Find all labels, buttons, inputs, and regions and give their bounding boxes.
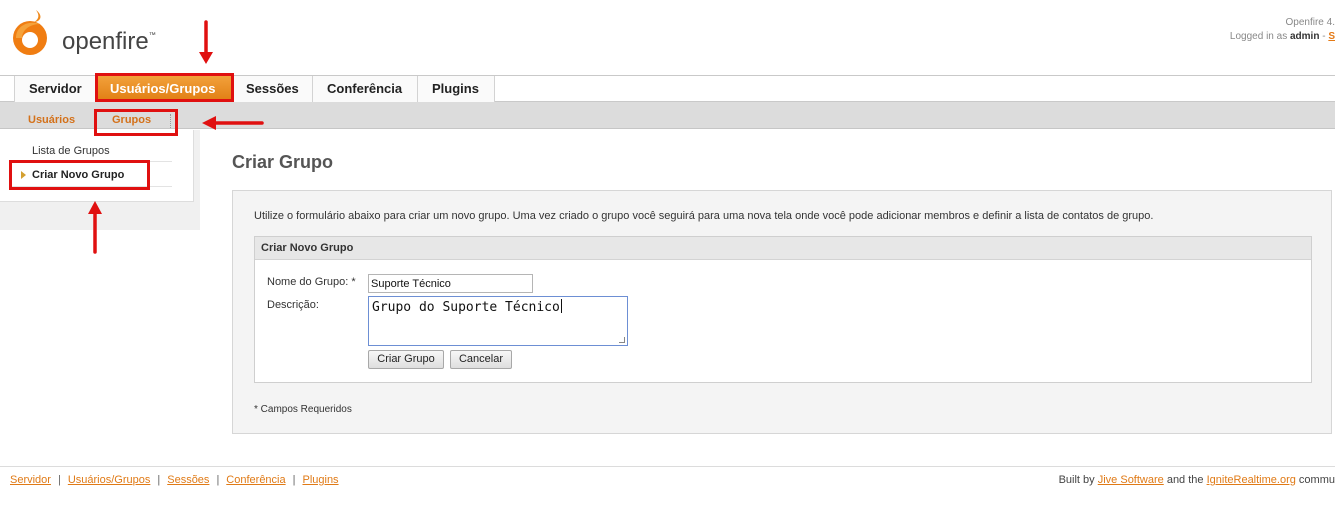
tab-conferencia[interactable]: Conferência bbox=[312, 76, 418, 102]
footer: Servidor | Usuários/Grupos | Sessões | Conferê… bbox=[0, 466, 1335, 521]
intro-text: Utilize o formulário abaixo para criar u… bbox=[254, 210, 1154, 222]
cancel-button[interactable]: Cancelar bbox=[450, 350, 512, 369]
footer-link-servidor[interactable]: Servidor bbox=[10, 474, 51, 486]
footer-link-conferencia[interactable]: Conferência bbox=[226, 474, 285, 486]
group-name-label: Nome do Grupo: * bbox=[267, 276, 356, 288]
openfire-logo-icon bbox=[13, 10, 47, 55]
tab-servidor[interactable]: Servidor bbox=[14, 76, 96, 102]
create-group-button[interactable]: Criar Grupo bbox=[368, 350, 444, 369]
create-group-form: Criar Novo Grupo Nome do Grupo: * Suport… bbox=[254, 236, 1312, 383]
footer-link-plugins[interactable]: Plugins bbox=[302, 474, 338, 486]
required-fields-note: * Campos Requeridos bbox=[254, 404, 352, 415]
footer-link-sessoes[interactable]: Sessões bbox=[167, 474, 209, 486]
group-name-input[interactable]: Suporte Técnico bbox=[368, 274, 533, 293]
footer-credits: Built by Jive Software and the IgniteRea… bbox=[1058, 474, 1335, 486]
logo-text: openfire™ bbox=[62, 28, 156, 55]
highlight-box-sidebar bbox=[9, 160, 150, 190]
footer-link-usuarios-grupos[interactable]: Usuários/Grupos bbox=[68, 474, 151, 486]
subtab-usuarios[interactable]: Usuários bbox=[28, 102, 75, 129]
form-heading: Criar Novo Grupo bbox=[255, 237, 1311, 260]
description-label: Descrição: bbox=[267, 299, 319, 311]
user-name: admin bbox=[1289, 31, 1320, 42]
highlight-box-tab bbox=[95, 73, 234, 102]
highlight-box-subtab bbox=[94, 109, 178, 136]
igniterealtime-link[interactable]: IgniteRealtime.org bbox=[1207, 474, 1296, 486]
tab-sessoes[interactable]: Sessões bbox=[231, 76, 313, 102]
version-text: Openfire 4. bbox=[1285, 17, 1335, 28]
jive-software-link[interactable]: Jive Software bbox=[1098, 474, 1164, 486]
content-box: Utilize o formulário abaixo para criar u… bbox=[232, 190, 1332, 434]
description-textarea[interactable]: Grupo do Suporte Técnico bbox=[368, 296, 628, 346]
tab-plugins[interactable]: Plugins bbox=[417, 76, 495, 102]
header-info: Openfire 4. Logged in as admin - S bbox=[1230, 16, 1335, 44]
footer-links: Servidor | Usuários/Grupos | Sessões | Conferê… bbox=[10, 474, 339, 486]
sub-tabs: Usuários Grupos bbox=[0, 102, 1335, 129]
logged-in-text: Logged in as admin - S bbox=[1229, 31, 1335, 42]
header: openfire™ Openfire 4. Logged in as admin… bbox=[0, 0, 1335, 76]
sidebar-item-lista-de-grupos[interactable]: Lista de Grupos bbox=[32, 145, 110, 157]
page-title: Criar Grupo bbox=[232, 152, 334, 172]
logout-link[interactable]: S bbox=[1328, 31, 1335, 42]
resize-handle-icon[interactable] bbox=[619, 337, 625, 343]
